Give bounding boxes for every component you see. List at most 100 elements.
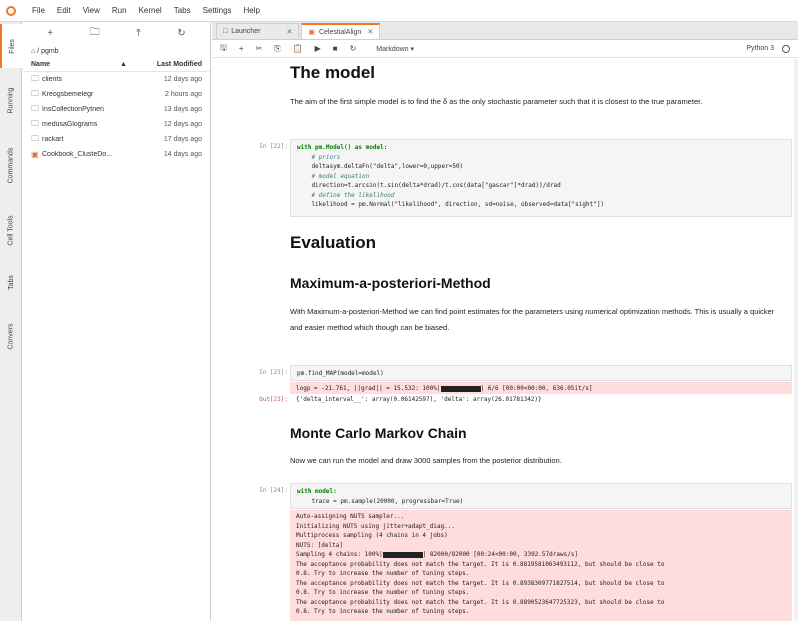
list-item[interactable]: 🗀 InsCollectionPytnen 13 days ago bbox=[23, 102, 210, 117]
markdown-cell[interactable]: Maximum-a-posteriori-Method bbox=[290, 275, 780, 291]
file-name: InsCollectionPytnen bbox=[42, 106, 104, 113]
file-browser: + 🗀 ⤒ ↻ ⌂ / pgmb Name ▲ Last Modified 🗀 … bbox=[23, 22, 211, 621]
sort-icon[interactable]: ▲ bbox=[120, 61, 127, 68]
code-line: # priors bbox=[297, 153, 341, 161]
side-tab-running[interactable]: Running bbox=[0, 72, 22, 128]
code-line: # model equation bbox=[297, 172, 370, 180]
close-icon[interactable]: ✕ bbox=[286, 28, 292, 36]
menu-help[interactable]: Help bbox=[244, 6, 260, 15]
paste-icon[interactable]: 📋 bbox=[293, 44, 303, 53]
output-line: The acceptance probability does not matc… bbox=[296, 579, 665, 587]
paragraph: With Maximum-a-posteriori-Method we can … bbox=[290, 307, 775, 332]
code-line: likelihood = pm.Normal("likelihood", dir… bbox=[297, 201, 605, 208]
menu-bar: File Edit View Run Kernel Tabs Settings … bbox=[0, 0, 798, 22]
paragraph: The aim of the first simple model is to … bbox=[290, 97, 703, 106]
notebook-icon: ▣ bbox=[308, 29, 315, 36]
side-tab-tabs[interactable]: Tabs bbox=[0, 262, 22, 302]
menu-view[interactable]: View bbox=[83, 6, 100, 15]
menu-kernel[interactable]: Kernel bbox=[139, 6, 162, 15]
insert-cell-icon[interactable]: + bbox=[239, 44, 244, 53]
folder-icon: 🗀 bbox=[31, 103, 39, 113]
folder-icon: 🗀 bbox=[31, 73, 39, 83]
save-icon[interactable]: 🖫 bbox=[220, 42, 227, 56]
notebook-toolbar: 🖫 + ✂ ⎘ 📋 ▶ ■ ↻ Markdown ▾ Python 3 bbox=[212, 40, 798, 58]
copy-icon[interactable]: ⎘ bbox=[274, 44, 280, 54]
restart-icon[interactable]: ↻ bbox=[350, 44, 357, 53]
side-tab-label: Running bbox=[7, 86, 15, 114]
upload-icon[interactable]: ⤒ bbox=[136, 28, 140, 39]
code-cell[interactable]: pm.find_MAP(model=model) bbox=[290, 365, 792, 381]
close-icon[interactable]: ✕ bbox=[367, 28, 373, 36]
tab-label: Launcher bbox=[231, 28, 261, 35]
input-prompt: In [22]: bbox=[259, 143, 288, 150]
output-line: 0.8. Try to increase the number of tunin… bbox=[296, 608, 470, 615]
column-name-header[interactable]: Name bbox=[31, 61, 120, 68]
side-tab-label: Convers bbox=[7, 322, 15, 350]
markdown-cell[interactable]: Evaluation bbox=[290, 233, 780, 253]
code-cell[interactable]: with model: trace = pm.sample(20000, pro… bbox=[290, 483, 792, 509]
scrollbar[interactable] bbox=[794, 59, 798, 621]
output-line: The acceptance probability does not matc… bbox=[296, 598, 665, 606]
notebook-panel[interactable]: The model The aim of the first simple mo… bbox=[212, 59, 798, 621]
kernel-name[interactable]: Python 3 bbox=[746, 45, 774, 52]
side-tab-files[interactable]: Files bbox=[0, 24, 22, 68]
launcher-icon: □ bbox=[223, 28, 228, 35]
side-tab-convers[interactable]: Convers bbox=[0, 306, 22, 366]
code-line: pm.find_MAP(model=model) bbox=[297, 370, 384, 377]
code-line: with pm.Model() as model: bbox=[297, 144, 388, 151]
menu-settings[interactable]: Settings bbox=[203, 6, 232, 15]
list-item[interactable]: 🗀 medusaGlograms 12 days ago bbox=[23, 117, 210, 132]
code-line: trace = pm.sample(20000, progressbar=Tru… bbox=[297, 497, 464, 505]
progress-text: Sampling 4 chains: 100%| bbox=[296, 551, 383, 558]
side-tab-label: Commands bbox=[7, 147, 15, 183]
progress-text: | 82000/82000 [00:24<00:00, 3392.57draws… bbox=[422, 551, 579, 558]
code-line: # define the likelihood bbox=[297, 191, 395, 199]
list-item[interactable]: ▣ Cookbook_ClusteDo... 14 days ago bbox=[23, 147, 210, 162]
main-area: □ Launcher ✕ ▣ CelestialAlign ✕ 🖫 + ✂ ⎘ … bbox=[212, 22, 798, 621]
list-item[interactable]: 🗀 rackart 17 days ago bbox=[23, 132, 210, 147]
menu-tabs[interactable]: Tabs bbox=[174, 6, 191, 15]
new-folder-icon[interactable]: 🗀 bbox=[90, 25, 100, 42]
output-prompt: Out[23]: bbox=[259, 396, 288, 403]
markdown-cell[interactable]: Monte Carlo Markov Chain bbox=[290, 425, 780, 441]
markdown-cell[interactable]: With Maximum-a-posteriori-Method we can … bbox=[290, 304, 780, 336]
file-modified: 2 hours ago bbox=[165, 91, 202, 98]
side-tab-label: Tabs bbox=[7, 274, 15, 290]
list-item[interactable]: 🗀 Kreogsbemelegr 2 hours ago bbox=[23, 87, 210, 102]
new-launcher-icon[interactable]: + bbox=[47, 28, 53, 39]
output-line: 0.8. Try to increase the number of tunin… bbox=[296, 570, 470, 577]
breadcrumb[interactable]: ⌂ / pgmb bbox=[23, 44, 210, 58]
tab-notebook[interactable]: ▣ CelestialAlign ✕ bbox=[301, 23, 381, 39]
menu-run[interactable]: Run bbox=[112, 6, 127, 15]
markdown-cell[interactable]: Now we can run the model and draw 3000 s… bbox=[290, 453, 780, 469]
tab-label: CelestialAlign bbox=[318, 28, 362, 36]
output-line: The acceptance probability does not matc… bbox=[296, 560, 665, 568]
markdown-cell[interactable]: The aim of the first simple model is to … bbox=[290, 94, 780, 110]
side-tab-label: Files bbox=[8, 38, 16, 54]
code-cell[interactable]: with pm.Model() as model: # priors delta… bbox=[290, 139, 792, 217]
column-modified-header[interactable]: Last Modified bbox=[157, 61, 202, 68]
run-icon[interactable]: ▶ bbox=[315, 44, 321, 53]
heading-mcmc: Monte Carlo Markov Chain bbox=[290, 425, 467, 441]
menu-file[interactable]: File bbox=[32, 6, 45, 15]
list-item[interactable]: 🗀 clients 12 days ago bbox=[23, 72, 210, 87]
refresh-icon[interactable]: ↻ bbox=[177, 28, 185, 39]
cut-icon[interactable]: ✂ bbox=[256, 44, 263, 53]
progress-text: | 6/6 [00:00<00:00, 636.05it/s] bbox=[480, 385, 593, 392]
output-line: Auto-assigning NUTS sampler... bbox=[296, 513, 405, 520]
file-name: clients bbox=[42, 76, 62, 83]
menu-edit[interactable]: Edit bbox=[57, 6, 71, 15]
tab-launcher[interactable]: □ Launcher ✕ bbox=[216, 23, 300, 39]
side-tab-commands[interactable]: Commands bbox=[0, 132, 22, 198]
file-list-header: Name ▲ Last Modified bbox=[23, 58, 210, 72]
markdown-cell[interactable]: The model bbox=[290, 63, 780, 83]
file-modified: 13 days ago bbox=[163, 106, 202, 113]
kernel-status-icon bbox=[782, 44, 790, 53]
heading-map: Maximum-a-posteriori-Method bbox=[290, 275, 491, 291]
cell-type-dropdown[interactable]: Markdown ▾ bbox=[376, 45, 414, 53]
stop-icon[interactable]: ■ bbox=[333, 44, 338, 53]
output-line: Multiprocess sampling (4 chains in 4 job… bbox=[296, 532, 448, 539]
file-modified: 17 days ago bbox=[163, 136, 202, 143]
side-tab-cell-tools[interactable]: Cell Tools bbox=[0, 202, 22, 258]
file-modified: 12 days ago bbox=[163, 121, 202, 128]
